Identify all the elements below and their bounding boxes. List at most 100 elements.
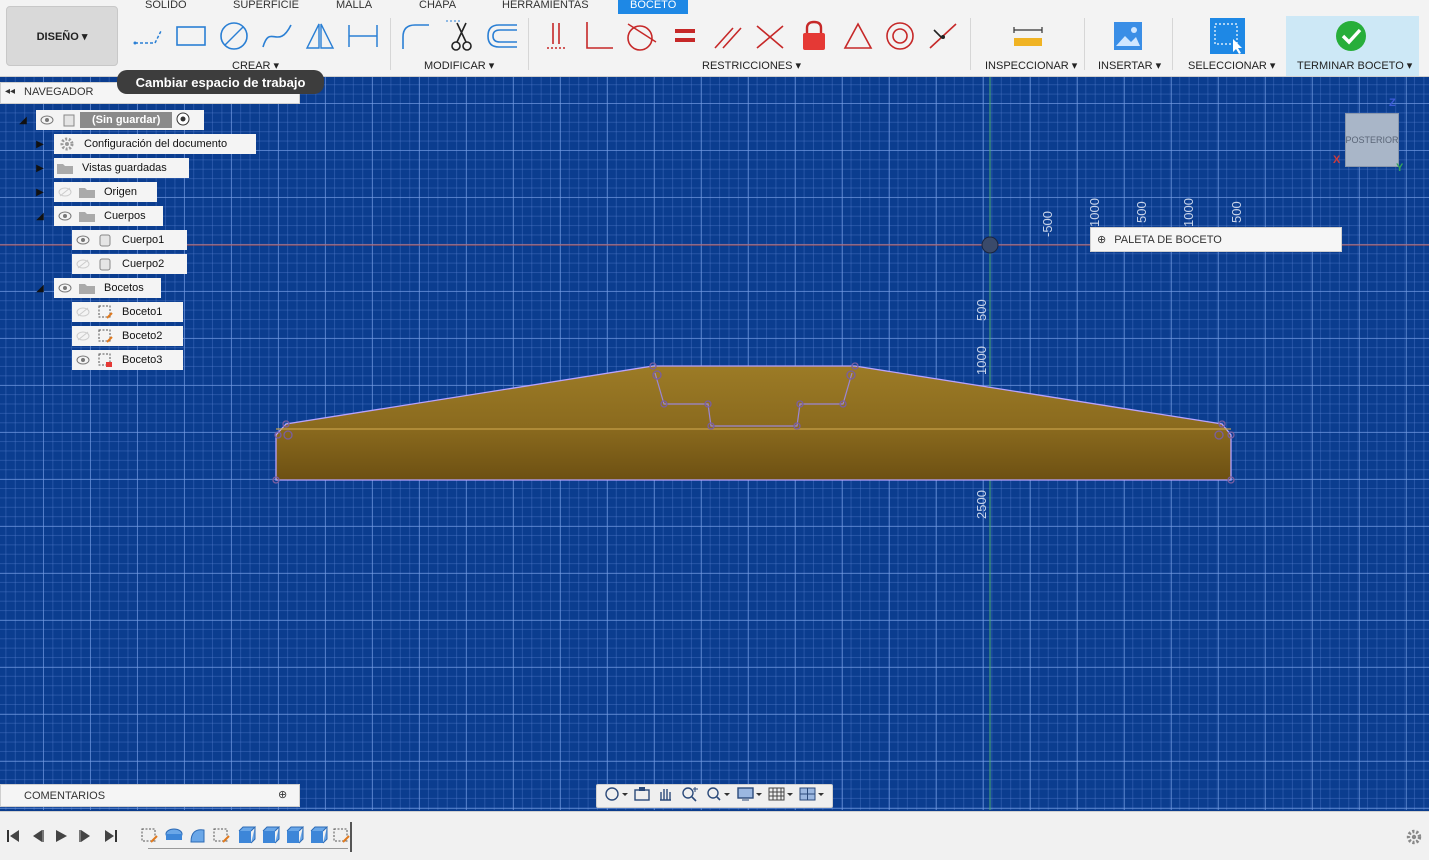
separator (1172, 18, 1173, 70)
tree-item-label: Cuerpo1 (122, 234, 165, 246)
orbit-icon[interactable] (604, 786, 628, 807)
view-cube[interactable]: POSTERIOR (1345, 113, 1399, 167)
insert-image-icon[interactable] (1110, 18, 1146, 54)
tooltip-text: Cambiar espacio de trabajo (135, 74, 306, 90)
sketch-palette[interactable]: ⊕ PALETA DE BOCETO (1090, 227, 1342, 252)
look-at-icon[interactable] (633, 786, 651, 807)
zoom-icon[interactable] (680, 786, 700, 807)
trim-scissors-icon[interactable] (443, 18, 479, 54)
step-back-icon[interactable] (30, 828, 44, 849)
workspace-label: DISEÑO ▾ (36, 30, 88, 43)
visibility-eye-icon[interactable] (54, 283, 76, 293)
perpendicular-constraint-icon[interactable] (580, 18, 616, 54)
tangent-constraint-icon[interactable] (622, 18, 658, 54)
collapse-triangle-icon[interactable]: ◢ (34, 210, 46, 222)
tab-solid[interactable]: SOLIDO (145, 0, 187, 11)
modify-group-label[interactable]: MODIFICAR ▾ (424, 59, 494, 72)
play-icon[interactable] (54, 828, 68, 849)
y-axis-label: Y (1396, 162, 1404, 174)
collapse-panel-icon[interactable]: ◂◂ (5, 86, 15, 97)
insert-group-label[interactable]: INSERTAR ▾ (1098, 59, 1161, 72)
triangle-constraint-icon[interactable] (840, 18, 876, 54)
go-to-end-icon[interactable] (104, 828, 118, 849)
view-cube-face-label: POSTERIOR (1345, 135, 1399, 145)
tree-item-doc-settings[interactable]: Configuración del documento (54, 134, 256, 154)
tree-item-sketch3[interactable]: Boceto3 (72, 350, 183, 370)
tab-surface[interactable]: SUPERFICIE (233, 0, 299, 11)
tree-item-body2[interactable]: Cuerpo2 (72, 254, 187, 274)
tree-item-origin[interactable]: Origen (54, 182, 157, 202)
tree-root-label: (Sin guardar) (80, 112, 173, 128)
hidden-eye-icon[interactable] (72, 331, 94, 341)
rectangle-tool-icon[interactable] (173, 18, 209, 54)
tree-root[interactable]: (Sin guardar) (36, 110, 204, 130)
tree-item-sketch2[interactable]: Boceto2 (72, 326, 183, 346)
viewports-icon[interactable] (799, 786, 825, 807)
tree-item-saved-views[interactable]: Vistas guardadas (54, 158, 189, 178)
visibility-eye-icon[interactable] (54, 211, 76, 221)
ruler-label: 1000 (974, 346, 989, 375)
coincident-constraint-icon[interactable] (538, 18, 574, 54)
midpoint-constraint-icon[interactable] (925, 18, 961, 54)
expand-triangle-icon[interactable]: ▶ (34, 162, 46, 174)
fit-zoom-icon[interactable] (705, 786, 731, 807)
line-tool-icon[interactable] (130, 18, 166, 54)
select-group-label[interactable]: SELECCIONAR ▾ (1188, 59, 1275, 72)
x-axis-label: X (1333, 154, 1341, 166)
comments-panel[interactable]: COMENTARIOS ⊕ (0, 784, 300, 807)
finish-sketch-label[interactable]: TERMINAR BOCETO ▾ (1297, 59, 1412, 72)
mirror-tool-icon[interactable] (302, 18, 338, 54)
tab-mesh[interactable]: MALLA (336, 0, 372, 11)
tree-item-bodies[interactable]: Cuerpos (54, 206, 163, 226)
fillet-tool-icon[interactable] (398, 18, 434, 54)
tab-sketch[interactable]: BOCETO (630, 0, 676, 11)
settings-gear-icon[interactable] (1405, 828, 1423, 851)
sketch-canvas[interactable]: -500 1000 500 1000 500 500 1000 2500 (0, 77, 1429, 810)
separator (528, 18, 529, 70)
folder-icon (76, 209, 98, 223)
folder-icon (54, 161, 76, 175)
concentric-constraint-icon[interactable] (882, 18, 918, 54)
collapse-triangle-icon[interactable]: ◢ (17, 114, 29, 126)
grid-settings-icon[interactable] (768, 786, 794, 807)
finish-sketch-check-icon[interactable] (1333, 18, 1369, 54)
step-forward-icon[interactable] (79, 828, 93, 849)
perpendicular-cross-icon[interactable] (752, 18, 788, 54)
hidden-eye-icon[interactable] (54, 187, 76, 197)
offset-tool-icon[interactable] (485, 18, 521, 54)
document-icon (58, 113, 80, 127)
constraints-group-label[interactable]: RESTRICCIONES ▾ (702, 59, 801, 72)
tab-tools[interactable]: HERRAMIENTAS (502, 0, 589, 11)
hidden-eye-icon[interactable] (72, 307, 94, 317)
inspect-group-label[interactable]: INSPECCIONAR ▾ (985, 59, 1077, 72)
collapse-triangle-icon[interactable]: ◢ (34, 282, 46, 294)
z-axis-label: Z (1389, 97, 1396, 109)
add-comment-icon[interactable]: ⊕ (278, 788, 287, 801)
go-to-start-icon[interactable] (6, 828, 20, 849)
expand-plus-icon[interactable]: ⊕ (1097, 233, 1106, 246)
circle-tool-icon[interactable] (216, 18, 252, 54)
visibility-eye-icon[interactable] (72, 235, 94, 245)
spline-tool-icon[interactable] (259, 18, 295, 54)
display-settings-icon[interactable] (736, 786, 763, 807)
expand-triangle-icon[interactable]: ▶ (34, 138, 46, 150)
tree-item-sketch1[interactable]: Boceto1 (72, 302, 183, 322)
parallel-constraint-icon[interactable] (710, 18, 746, 54)
measure-ruler-icon[interactable] (1010, 18, 1046, 54)
gear-icon (56, 136, 78, 152)
timeline-marker[interactable] (350, 822, 352, 852)
tab-sheet-metal[interactable]: CHAPA (419, 0, 456, 11)
select-box-icon[interactable] (1209, 18, 1245, 54)
dimension-tool-icon[interactable] (345, 18, 381, 54)
fix-lock-icon[interactable] (796, 18, 832, 54)
pan-hand-icon[interactable] (656, 786, 674, 807)
tree-item-sketches[interactable]: Bocetos (54, 278, 161, 298)
active-radio-icon[interactable] (176, 112, 190, 129)
visibility-eye-icon[interactable] (72, 355, 94, 365)
expand-triangle-icon[interactable]: ▶ (34, 186, 46, 198)
visibility-eye-icon[interactable] (36, 115, 58, 125)
hidden-eye-icon[interactable] (72, 259, 94, 269)
workspace-switcher-button[interactable]: DISEÑO ▾ (6, 6, 118, 66)
equal-constraint-icon[interactable] (667, 18, 703, 54)
tree-item-body1[interactable]: Cuerpo1 (72, 230, 187, 250)
